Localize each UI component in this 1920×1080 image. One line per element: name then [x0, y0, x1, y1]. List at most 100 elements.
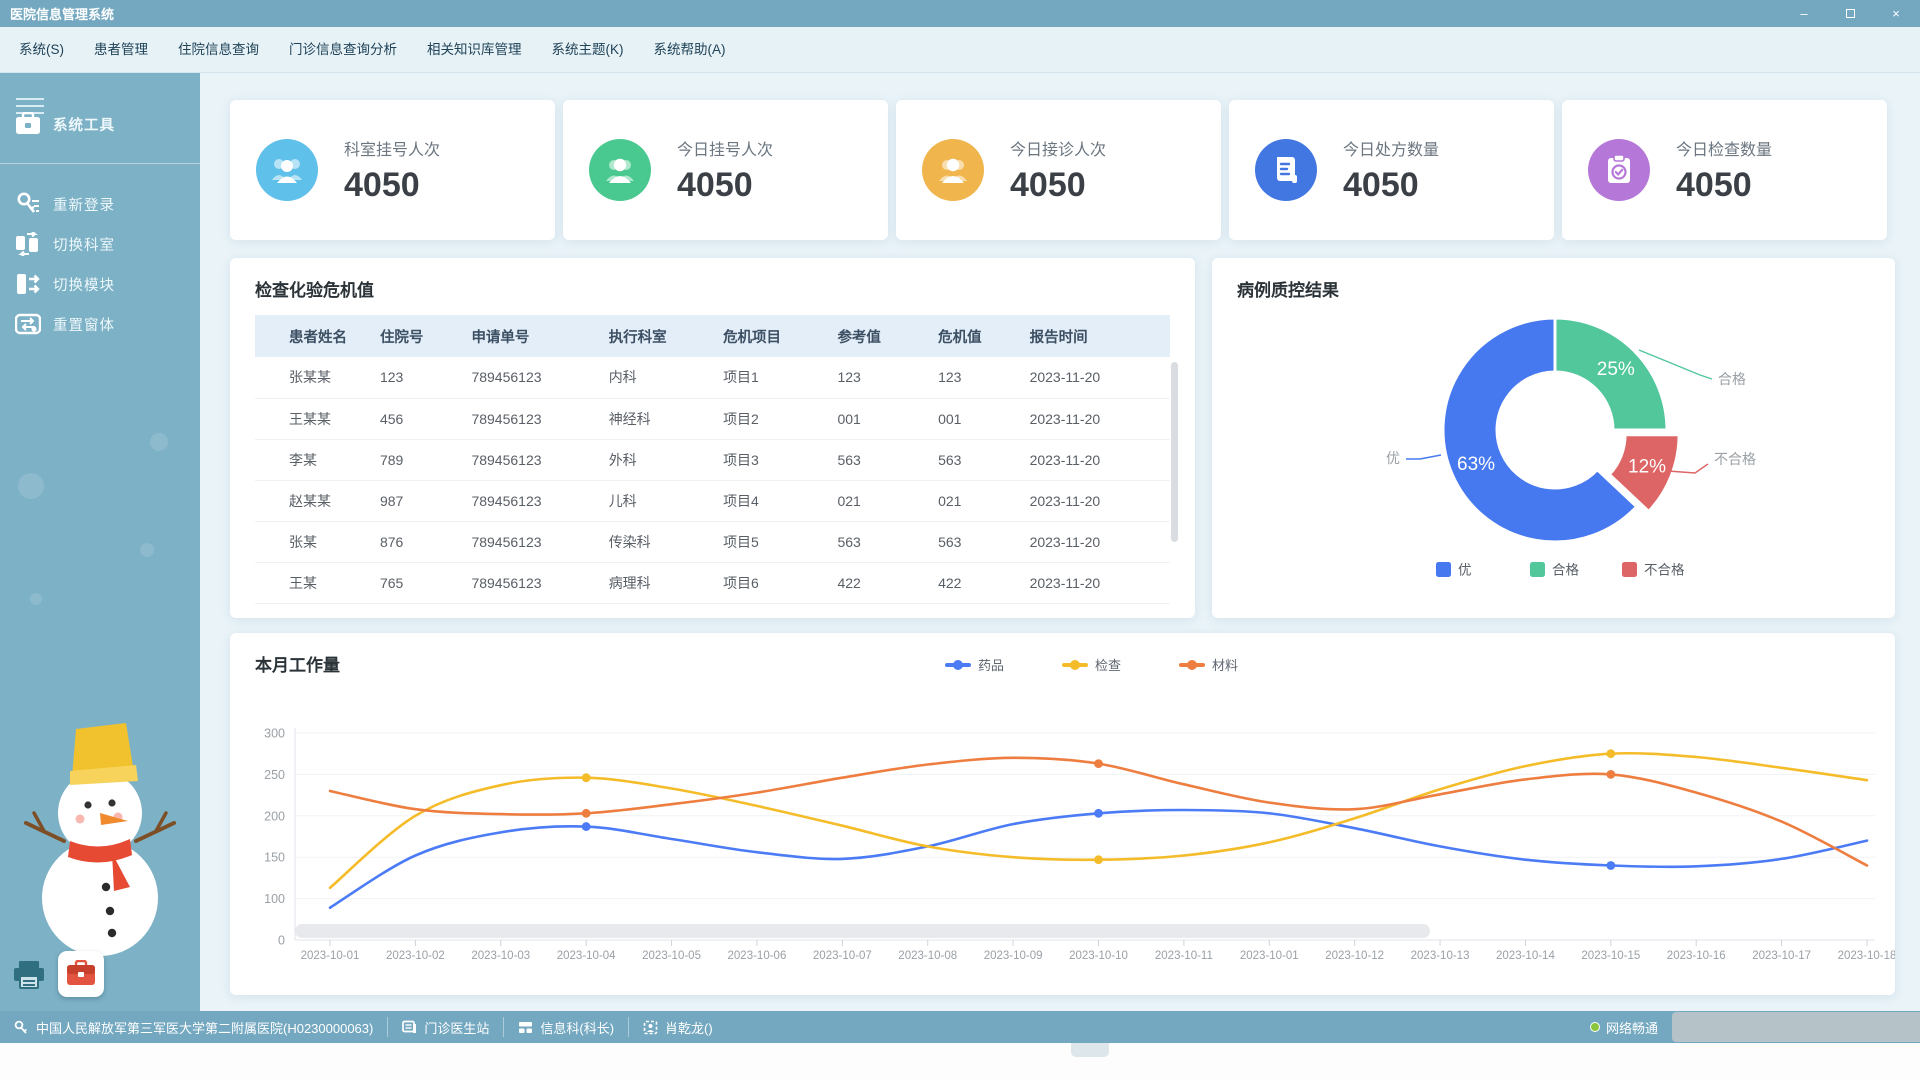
slice-callout-label: 优 — [1386, 450, 1400, 466]
data-point-材料[interactable] — [1606, 770, 1615, 779]
maximize-icon[interactable] — [1840, 0, 1860, 27]
statusbar-item-1[interactable]: 中国人民解放军第三军医大学第二附属医院(H0230000063) — [0, 1011, 387, 1043]
bottom-tab-handle[interactable] — [1071, 1043, 1109, 1057]
y-axis-tick-label: 250 — [264, 768, 285, 782]
snowman-illustration — [0, 673, 200, 973]
statusbar-item-label: 中国人民解放军第三军医大学第二附属医院(H0230000063) — [36, 1018, 373, 1037]
sidebar-item-5[interactable]: 重置窗体 — [0, 304, 200, 344]
x-axis-tick-label: 2023-10-08 — [898, 950, 957, 962]
stat-card-label: 今日接诊人次 — [1010, 136, 1106, 160]
workload-line-chart: 30025020015010002023-10-012023-10-022023… — [230, 633, 1895, 978]
table-row[interactable]: 王某765789456123病理科项目64224222023-11-20 — [255, 562, 1170, 603]
monthly-workload-panel: 本月工作量 药品检查材料 30025020015010002023-10-012… — [230, 633, 1895, 995]
x-axis-tick-label: 2023-10-10 — [1069, 950, 1128, 962]
toolbox-button[interactable] — [58, 951, 104, 997]
slice-callout-label: 合格 — [1718, 371, 1746, 387]
red-briefcase-icon — [66, 960, 96, 988]
table-cell: 赵某某 — [255, 480, 374, 521]
table-cell: 563 — [932, 521, 1024, 562]
data-point-材料[interactable] — [1094, 759, 1103, 768]
datazoom-slider[interactable] — [295, 924, 1430, 938]
x-axis-tick-label: 2023-10-03 — [471, 950, 530, 962]
sidebar-item-4[interactable]: 切换模块 — [0, 264, 200, 304]
sidebar-item-label: 重新登录 — [53, 194, 115, 215]
briefcase-icon — [15, 112, 41, 136]
quality-control-panel: 病例质控结果 25%合格12%不合格63%优优合格不合格 — [1212, 258, 1895, 618]
table-cell: 儿科 — [603, 480, 717, 521]
table-cell: 项目3 — [717, 439, 831, 480]
sidebar-item-3[interactable]: 切换科室 — [0, 224, 200, 264]
data-point-药品[interactable] — [582, 822, 591, 831]
x-axis-tick-label: 2023-10-07 — [813, 950, 872, 962]
crisis-panel-title: 检查化验危机值 — [255, 276, 374, 301]
data-point-检查[interactable] — [582, 773, 591, 782]
x-axis-tick-label: 2023-10-01 — [301, 950, 360, 962]
x-axis-tick-label: 2023-10-17 — [1752, 950, 1811, 962]
y-axis-tick-label: 150 — [264, 851, 285, 865]
table-cell: 项目6 — [717, 562, 831, 603]
menu-item-4[interactable]: 门诊信息查询分析 — [274, 27, 412, 72]
slice-callout-label: 不合格 — [1714, 451, 1756, 467]
stat-card-value: 4050 — [1010, 166, 1106, 205]
data-point-药品[interactable] — [1094, 809, 1103, 818]
menu-item-1[interactable]: 系统(S) — [4, 27, 79, 72]
table-row[interactable]: 张某876789456123传染科项目55635632023-11-20 — [255, 521, 1170, 562]
table-cell: 王某某 — [255, 398, 374, 439]
menu-item-6[interactable]: 系统主题(K) — [537, 27, 639, 72]
donut-legend-label[interactable]: 合格 — [1552, 563, 1580, 578]
switch-module-icon — [15, 272, 41, 296]
table-cell: 传染科 — [603, 521, 717, 562]
table-cell: 项目5 — [717, 521, 831, 562]
donut-legend-swatch[interactable] — [1436, 562, 1451, 577]
menu-item-3[interactable]: 住院信息查询 — [163, 27, 274, 72]
data-point-检查[interactable] — [1094, 855, 1103, 864]
crisis-table-header: 患者姓名 — [255, 315, 374, 357]
y-axis-tick-label: 300 — [264, 727, 285, 741]
donut-legend-swatch[interactable] — [1622, 562, 1637, 577]
data-point-材料[interactable] — [582, 809, 591, 818]
table-cell: 563 — [831, 439, 932, 480]
menu-item-2[interactable]: 患者管理 — [79, 27, 163, 72]
slice-pct-label: 63% — [1457, 454, 1495, 475]
close-icon[interactable]: × — [1886, 0, 1906, 27]
printer-icon[interactable] — [12, 959, 46, 991]
sidebar-item-2[interactable]: 重新登录 — [0, 184, 200, 224]
table-row[interactable]: 李某789789456123外科项目35635632023-11-20 — [255, 439, 1170, 480]
notification-tray[interactable] — [1672, 1012, 1920, 1042]
sidebar-item-label: 切换模块 — [53, 274, 115, 295]
hospital-dashboard-window: 医院信息管理系统 – × 系统(S)患者管理住院信息查询门诊信息查询分析相关知识… — [0, 0, 1920, 1080]
prescription-icon — [1255, 139, 1317, 201]
table-row[interactable]: 王某某456789456123神经科项目20010012023-11-20 — [255, 398, 1170, 439]
table-row[interactable]: 张某某123789456123内科项目11231232023-11-20 — [255, 357, 1170, 398]
menu-item-5[interactable]: 相关知识库管理 — [412, 27, 537, 72]
sidebar-item-1[interactable]: 系统工具 — [0, 104, 200, 144]
table-cell: 神经科 — [603, 398, 717, 439]
x-axis-tick-label: 2023-10-05 — [642, 950, 701, 962]
x-axis-tick-label: 2023-10-16 — [1667, 950, 1726, 962]
workstation-icon — [402, 1020, 417, 1035]
stat-card-text: 今日接诊人次 4050 — [1010, 136, 1106, 205]
table-cell: 2023-11-20 — [1024, 562, 1170, 603]
window-title: 医院信息管理系统 — [0, 4, 114, 23]
data-point-检查[interactable] — [1606, 749, 1615, 758]
minimize-icon[interactable]: – — [1794, 0, 1814, 27]
table-row[interactable]: 赵某某987789456123儿科项目40210212023-11-20 — [255, 480, 1170, 521]
donut-legend-swatch[interactable] — [1530, 562, 1545, 577]
statusbar-item-2[interactable]: 门诊医生站 — [388, 1011, 503, 1043]
slice-pct-label: 12% — [1628, 456, 1666, 477]
table-cell: 422 — [831, 562, 932, 603]
table-cell: 项目1 — [717, 357, 831, 398]
table-cell: 456 — [374, 398, 466, 439]
donut-legend-label[interactable]: 优 — [1458, 563, 1472, 578]
statusbar-item-3[interactable]: 信息科(科长) — [504, 1011, 628, 1043]
table-scrollbar[interactable] — [1171, 362, 1178, 542]
y-axis-tick-label: 100 — [264, 892, 285, 906]
table-cell: 项目4 — [717, 480, 831, 521]
statusbar-item-4[interactable]: 肖乾龙() — [629, 1011, 727, 1043]
table-cell: 123 — [932, 357, 1024, 398]
menu-item-7[interactable]: 系统帮助(A) — [639, 27, 741, 72]
table-cell: 2023-11-20 — [1024, 357, 1170, 398]
data-point-药品[interactable] — [1606, 861, 1615, 870]
donut-legend-label[interactable]: 不合格 — [1644, 563, 1685, 578]
table-cell: 563 — [932, 439, 1024, 480]
